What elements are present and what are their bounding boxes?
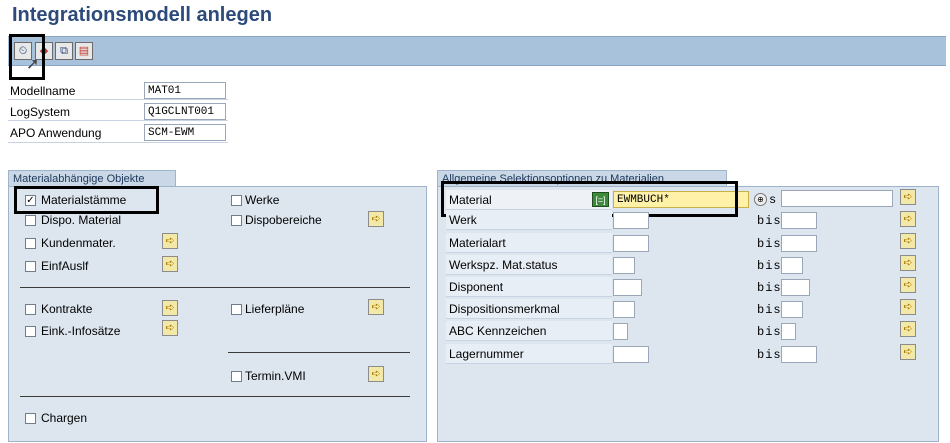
checkbox-termin-vmi[interactable] [231,371,242,382]
dispositionsmerkmal-from-field[interactable] [613,301,635,318]
checkbox-dispo-material[interactable] [25,215,36,226]
werk-multi-arrow-icon[interactable]: ➪ [900,211,916,227]
mouse-cursor-icon: ➚ [26,56,40,73]
separator [20,396,410,397]
logsystem-label: LogSystem [10,105,71,119]
abc-kennzeichen-multi-arrow-icon[interactable]: ➪ [900,321,916,337]
materialart-multi-arrow-icon[interactable]: ➪ [900,233,916,249]
checkbox-werke[interactable] [231,195,242,206]
kundenmater-label: Kundenmater. [41,236,116,250]
dispo-material-label: Dispo. Material [41,213,122,227]
dispositionsmerkmal-label: Dispositionsmerkmal [446,299,612,319]
lagernummer-multi-arrow-icon[interactable]: ➪ [900,344,916,360]
checkbox-kundenmater[interactable] [25,238,36,249]
lagernummer-from-field[interactable] [613,346,649,363]
abc-kennzeichen-bis-label: bis [757,325,782,339]
delete-icon[interactable]: ▤ [75,42,93,60]
disponent-label: Disponent [446,277,612,297]
abc-kennzeichen-to-field[interactable] [781,323,796,340]
disponent-bis-label: bis [757,281,782,295]
materialart-from-field[interactable] [613,235,649,252]
termin-vmi-arrow-icon[interactable]: ➪ [368,366,384,382]
checkbox-chargen[interactable] [25,413,36,424]
werk-to-field[interactable] [781,212,817,229]
abc-kennzeichen-from-field[interactable] [613,323,628,340]
werk-label: Werk [446,210,612,230]
checkbox-einfauslf[interactable] [25,261,36,272]
werkspz-matstatus-to-field[interactable] [781,257,803,274]
dispobereiche-arrow-icon[interactable]: ➪ [368,211,384,227]
kontrakte-arrow-icon[interactable]: ➪ [162,300,178,316]
dispobereiche-label: Dispobereiche [245,213,322,227]
left-panel-title: Materialabhängige Objekte [8,170,176,187]
werkspz-matstatus-bis-label: bis [757,259,782,273]
checkbox-dispobereiche[interactable] [231,215,242,226]
werkspz-matstatus-from-field[interactable] [613,257,635,274]
dispositionsmerkmal-multi-arrow-icon[interactable]: ➪ [900,299,916,315]
disponent-to-field[interactable] [781,279,810,296]
apo-anwendung-label: APO Anwendung [10,126,102,140]
highlight-materialstamme [14,186,159,214]
checkbox-kontrakte[interactable] [25,304,36,315]
dispositionsmerkmal-to-field[interactable] [781,301,803,318]
material-to-label: s [769,193,778,207]
modellname-field[interactable]: MAT01 [144,82,226,99]
material-to-field[interactable] [781,190,893,207]
lagernummer-label: Lagernummer [446,344,612,364]
disponent-multi-arrow-icon[interactable]: ➪ [900,277,916,293]
kontrakte-label: Kontrakte [41,302,93,316]
multiple-selection-circle-icon[interactable]: ⊕ [754,193,767,206]
werkspz-matstatus-label: Werkspz. Mat.status [446,255,612,275]
materialart-label: Materialart [446,233,612,253]
checkbox-eink-infosatze[interactable] [25,326,36,337]
kundenmater-arrow-icon[interactable]: ➪ [162,233,178,249]
eink-infosatze-arrow-icon[interactable]: ➪ [162,320,178,336]
werke-label: Werke [245,193,280,207]
copy-icon[interactable]: ⧉ [55,42,73,60]
materialart-bis-label: bis [757,237,782,251]
separator [228,352,410,353]
logsystem-field[interactable]: Q1GCLNT001 [144,103,226,120]
apo-anwendung-field[interactable]: SCM-EWM [144,124,226,141]
disponent-from-field[interactable] [613,279,642,296]
abc-kennzeichen-label: ABC Kennzeichen [446,321,612,341]
einfauslf-arrow-icon[interactable]: ➪ [162,256,178,272]
eink-infosatze-label: Eink.-Infosätze [41,324,121,338]
separator [20,287,410,288]
application-toolbar: ⏲ ◆ ⧉ ▤ [8,36,946,66]
dispositionsmerkmal-bis-label: bis [757,303,782,317]
checkbox-lieferplane[interactable] [231,304,242,315]
lieferplane-label: Lieferpläne [245,302,305,316]
material-multi-arrow-icon[interactable]: ➪ [900,189,916,205]
materialart-to-field[interactable] [781,235,817,252]
lieferplane-arrow-icon[interactable]: ➪ [368,299,384,315]
werkspz-matstatus-multi-arrow-icon[interactable]: ➪ [900,255,916,271]
page-title: Integrationsmodell anlegen [12,4,273,26]
termin-vmi-label: Termin.VMI [245,369,306,383]
modellname-label: Modellname [10,84,76,98]
werk-from-field[interactable] [613,212,649,229]
werk-bis-label: bis [757,214,782,228]
lagernummer-bis-label: bis [757,348,782,362]
chargen-label: Chargen [41,411,88,425]
einfauslf-label: EinfAuslf [41,259,89,273]
lagernummer-to-field[interactable] [781,346,817,363]
